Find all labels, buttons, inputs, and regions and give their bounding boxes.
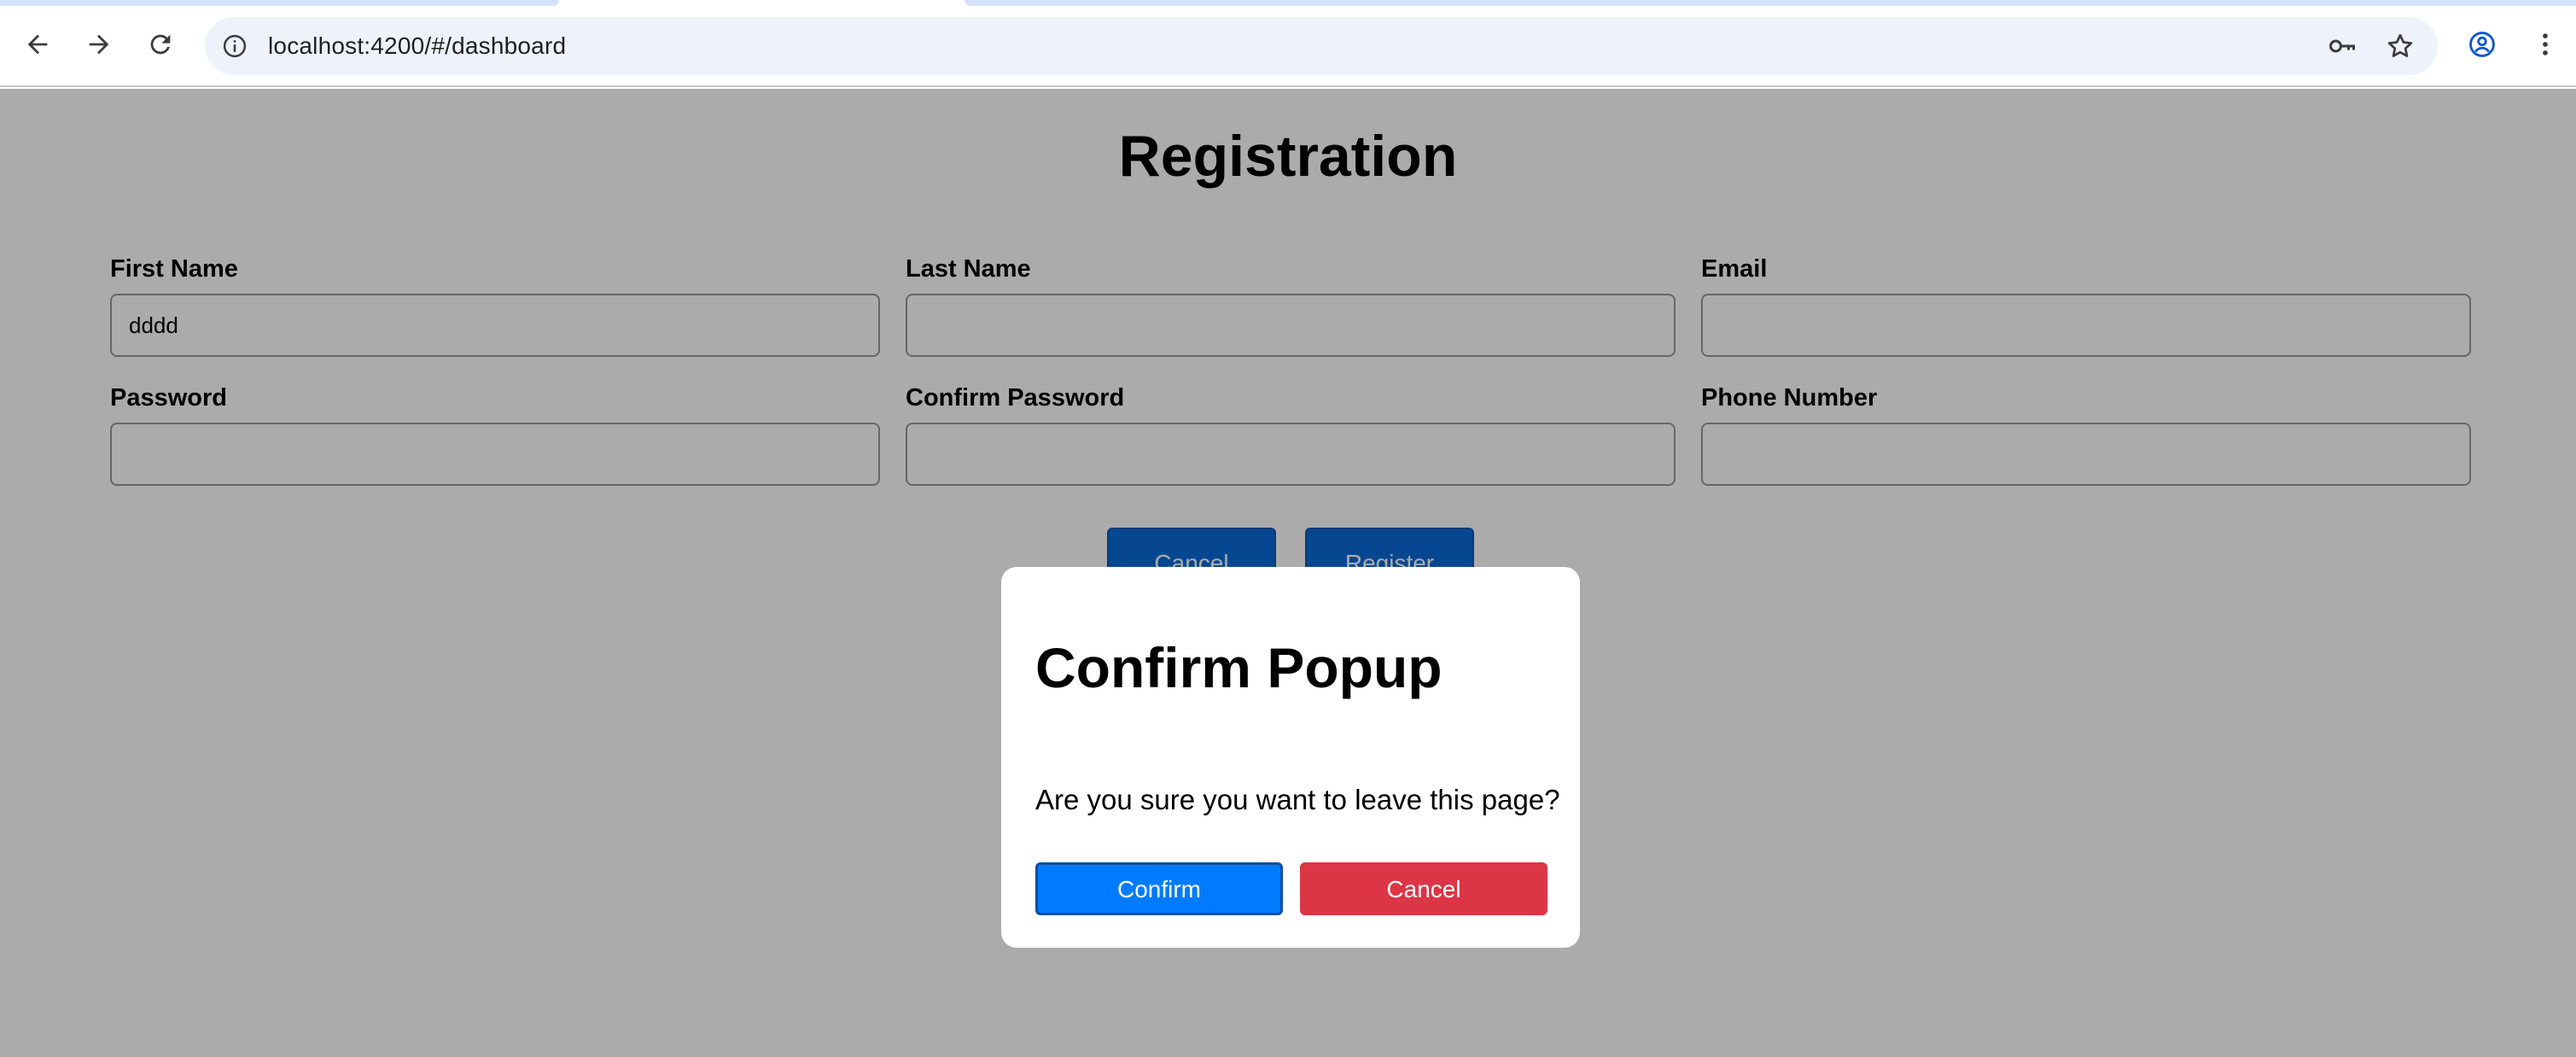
browser-menu-button[interactable] [2521, 20, 2569, 68]
address-bar[interactable]: localhost:4200/#/dashboard [205, 17, 2438, 75]
back-button[interactable] [14, 20, 61, 68]
dialog-title: Confirm Popup [1035, 636, 1442, 699]
tab-strip [0, 0, 2576, 7]
site-info-button[interactable] [219, 30, 251, 62]
dialog-message: Are you sure you want to leave this page… [1035, 784, 1560, 815]
arrow-right-icon [89, 34, 109, 55]
reload-button[interactable] [137, 20, 184, 68]
page-viewport: Registration First Name dddd Last Name E… [0, 89, 2576, 1057]
forward-button[interactable] [75, 20, 123, 68]
browser-toolbar: localhost:4200/#/dashboard [0, 7, 2576, 87]
info-icon [223, 34, 247, 58]
reload-icon [150, 34, 171, 55]
passwords-button[interactable] [2322, 26, 2363, 67]
bookmark-button[interactable] [2380, 26, 2421, 67]
tab-active-edge[interactable] [0, 0, 559, 6]
star-icon [2387, 33, 2413, 57]
arrow-left-icon [27, 34, 48, 55]
profile-button[interactable] [2458, 20, 2506, 68]
profile-icon [2469, 32, 2495, 57]
confirm-button[interactable]: Confirm [1035, 862, 1283, 915]
dialog-cancel-button[interactable]: Cancel [1300, 862, 1547, 915]
tab-inactive-edge[interactable] [965, 0, 2576, 6]
confirm-dialog: Confirm Popup Are you sure you want to l… [1001, 567, 1580, 948]
url-text[interactable]: localhost:4200/#/dashboard [268, 17, 566, 75]
kebab-menu-icon [2543, 33, 2548, 55]
key-icon [2329, 39, 2355, 53]
